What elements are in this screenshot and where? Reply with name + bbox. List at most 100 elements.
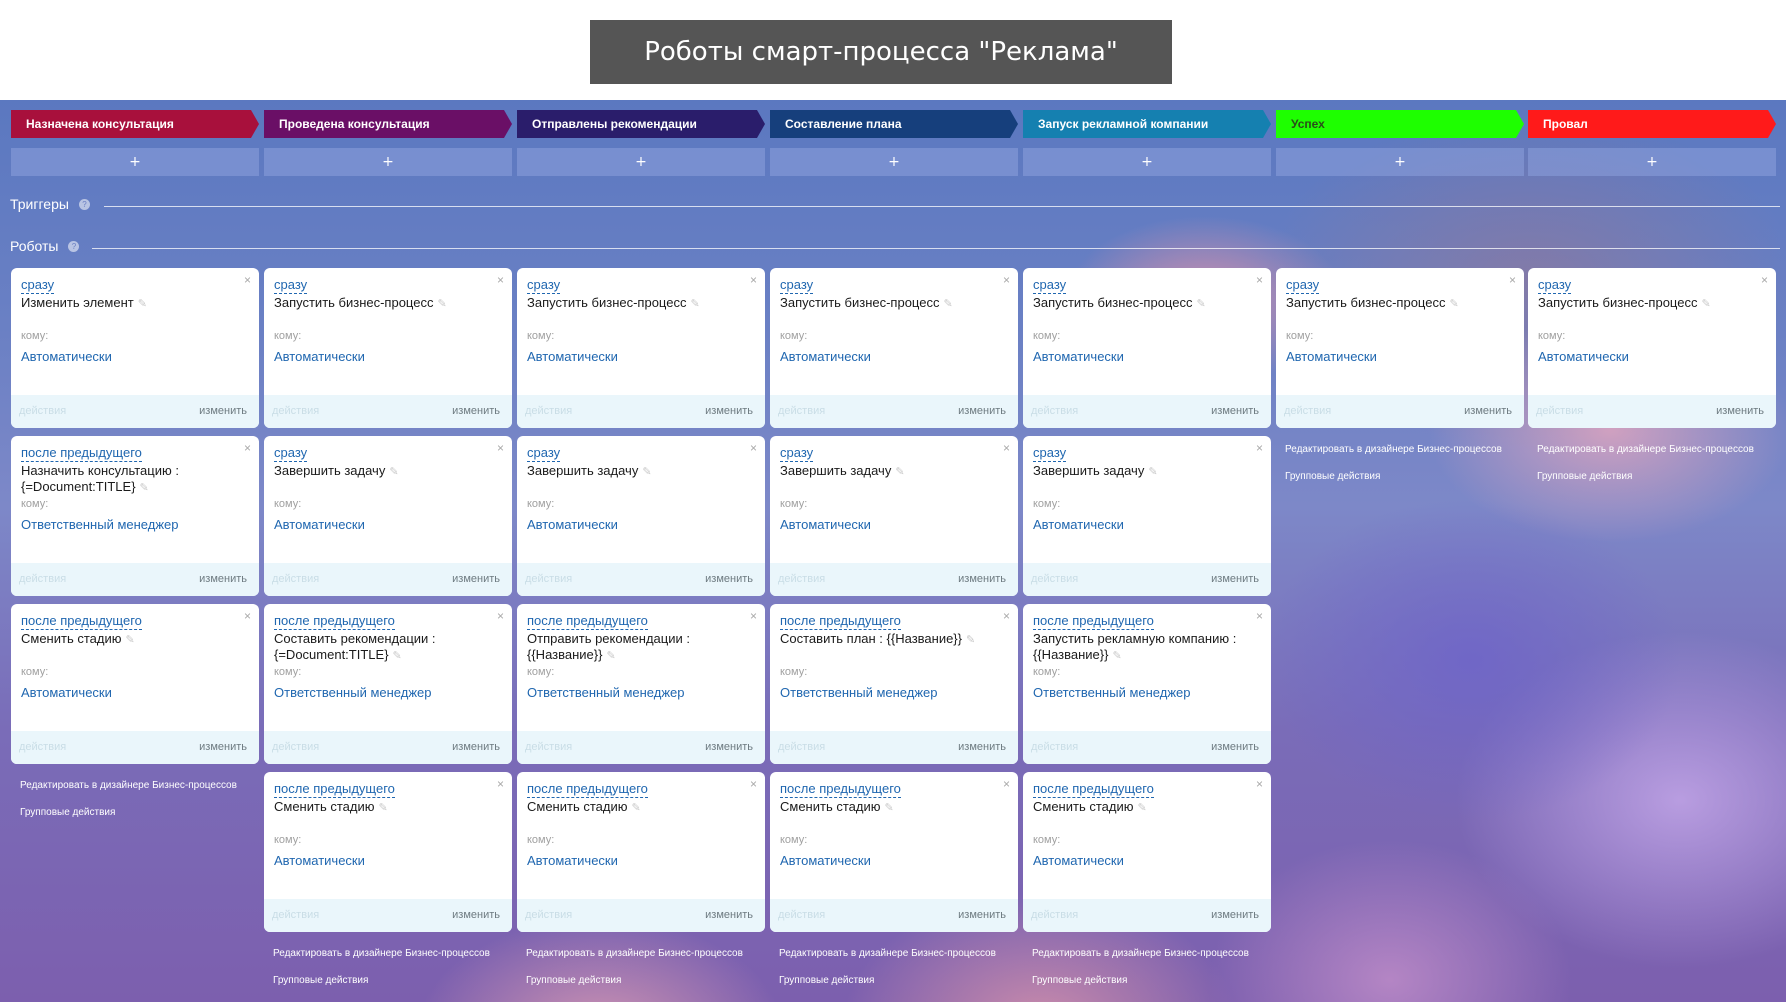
- pencil-icon[interactable]: ✎: [884, 802, 893, 814]
- pencil-icon[interactable]: ✎: [389, 466, 398, 478]
- robot-edit-link[interactable]: изменить: [199, 573, 247, 585]
- robot-card[interactable]: × сразу Запустить бизнес-процесс ✎ кому: Авто…: [770, 268, 1018, 428]
- edit-in-designer-link[interactable]: Редактировать в дизайнере Бизнес-процесс…: [779, 948, 996, 959]
- pencil-icon[interactable]: ✎: [1148, 466, 1157, 478]
- robot-card[interactable]: × сразу Изменить элемент ✎ кому: Автоматическ…: [11, 268, 259, 428]
- robot-edit-link[interactable]: изменить: [958, 741, 1006, 753]
- robot-edit-link[interactable]: изменить: [452, 909, 500, 921]
- stage-tab[interactable]: Отправлены рекомендации: [517, 110, 765, 138]
- robot-trigger-link[interactable]: после предыдущего: [527, 781, 648, 798]
- robot-actions-link[interactable]: действия: [778, 573, 825, 585]
- pencil-icon[interactable]: ✎: [140, 482, 149, 494]
- robot-actions-link[interactable]: действия: [525, 405, 572, 417]
- edit-in-designer-link[interactable]: Редактировать в дизайнере Бизнес-процесс…: [1285, 444, 1502, 455]
- close-icon[interactable]: ×: [1761, 274, 1768, 286]
- robot-card[interactable]: × сразу Запустить бизнес-процесс ✎ кому: Авто…: [264, 268, 512, 428]
- robot-trigger-link[interactable]: после предыдущего: [21, 613, 142, 630]
- robot-edit-link[interactable]: изменить: [452, 405, 500, 417]
- add-robot-button[interactable]: +: [264, 148, 512, 176]
- pencil-icon[interactable]: ✎: [393, 650, 402, 662]
- robot-trigger-link[interactable]: сразу: [780, 277, 814, 294]
- robot-card[interactable]: × после предыдущего Составить рекомендации…: [264, 604, 512, 764]
- group-actions-link[interactable]: Групповые действия: [1032, 975, 1127, 986]
- pencil-icon[interactable]: ✎: [690, 298, 699, 310]
- robot-actions-link[interactable]: действия: [19, 573, 66, 585]
- robot-trigger-link[interactable]: после предыдущего: [21, 445, 142, 462]
- robot-assignee-value[interactable]: Автоматически: [1286, 349, 1377, 364]
- edit-in-designer-link[interactable]: Редактировать в дизайнере Бизнес-процесс…: [20, 780, 237, 791]
- robot-trigger-link[interactable]: сразу: [780, 445, 814, 462]
- close-icon[interactable]: ×: [1003, 442, 1010, 454]
- robot-card[interactable]: × сразу Завершить задачу ✎ кому: Автоматическ…: [517, 436, 765, 596]
- robot-actions-link[interactable]: действия: [525, 909, 572, 921]
- robot-actions-link[interactable]: действия: [778, 909, 825, 921]
- group-actions-link[interactable]: Групповые действия: [1285, 471, 1380, 482]
- robot-actions-link[interactable]: действия: [1536, 405, 1583, 417]
- robot-edit-link[interactable]: изменить: [452, 741, 500, 753]
- robot-card[interactable]: × после предыдущего Сменить стадию ✎ кому: Ав…: [264, 772, 512, 932]
- add-robot-button[interactable]: +: [1023, 148, 1271, 176]
- robot-card[interactable]: × сразу Завершить задачу ✎ кому: Автоматическ…: [1023, 436, 1271, 596]
- close-icon[interactable]: ×: [497, 778, 504, 790]
- close-icon[interactable]: ×: [497, 274, 504, 286]
- robot-edit-link[interactable]: изменить: [705, 741, 753, 753]
- pencil-icon[interactable]: ✎: [378, 802, 387, 814]
- pencil-icon[interactable]: ✎: [943, 298, 952, 310]
- robot-assignee-value[interactable]: Автоматически: [780, 517, 871, 532]
- close-icon[interactable]: ×: [1256, 442, 1263, 454]
- robot-trigger-link[interactable]: сразу: [1286, 277, 1320, 294]
- close-icon[interactable]: ×: [497, 610, 504, 622]
- robot-card[interactable]: × после предыдущего Сменить стадию ✎ кому: Ав…: [1023, 772, 1271, 932]
- help-icon[interactable]: ?: [78, 198, 90, 210]
- robot-card[interactable]: × после предыдущего Сменить стадию ✎ кому: Ав…: [770, 772, 1018, 932]
- robot-actions-link[interactable]: действия: [272, 405, 319, 417]
- close-icon[interactable]: ×: [750, 274, 757, 286]
- robot-trigger-link[interactable]: после предыдущего: [1033, 781, 1154, 798]
- robot-trigger-link[interactable]: после предыдущего: [527, 613, 648, 630]
- robot-trigger-link[interactable]: после предыдущего: [780, 613, 901, 630]
- group-actions-link[interactable]: Групповые действия: [526, 975, 621, 986]
- robot-edit-link[interactable]: изменить: [1211, 405, 1259, 417]
- robot-assignee-value[interactable]: Автоматически: [1033, 853, 1124, 868]
- robot-actions-link[interactable]: действия: [778, 741, 825, 753]
- group-actions-link[interactable]: Групповые действия: [20, 807, 115, 818]
- add-robot-button[interactable]: +: [517, 148, 765, 176]
- robot-trigger-link[interactable]: сразу: [274, 277, 308, 294]
- robot-actions-link[interactable]: действия: [19, 405, 66, 417]
- robot-trigger-link[interactable]: сразу: [1033, 277, 1067, 294]
- robot-card[interactable]: × сразу Запустить бизнес-процесс ✎ кому: Авто…: [1276, 268, 1524, 428]
- robot-card[interactable]: × сразу Запустить бизнес-процесс ✎ кому: Авто…: [1023, 268, 1271, 428]
- robot-edit-link[interactable]: изменить: [958, 573, 1006, 585]
- pencil-icon[interactable]: ✎: [138, 298, 147, 310]
- robot-edit-link[interactable]: изменить: [199, 741, 247, 753]
- robot-actions-link[interactable]: действия: [778, 405, 825, 417]
- stage-tab[interactable]: Успех: [1276, 110, 1524, 138]
- close-icon[interactable]: ×: [750, 610, 757, 622]
- pencil-icon[interactable]: ✎: [631, 802, 640, 814]
- robot-card[interactable]: × после предыдущего Сменить стадию ✎ кому: Ав…: [11, 604, 259, 764]
- robot-actions-link[interactable]: действия: [525, 573, 572, 585]
- robot-edit-link[interactable]: изменить: [705, 405, 753, 417]
- group-actions-link[interactable]: Групповые действия: [1537, 471, 1632, 482]
- robot-trigger-link[interactable]: после предыдущего: [780, 781, 901, 798]
- robot-actions-link[interactable]: действия: [525, 741, 572, 753]
- robot-assignee-value[interactable]: Ответственный менеджер: [527, 685, 685, 700]
- robot-actions-link[interactable]: действия: [1031, 909, 1078, 921]
- stage-tab[interactable]: Составление плана: [770, 110, 1018, 138]
- robot-trigger-link[interactable]: сразу: [21, 277, 55, 294]
- robot-edit-link[interactable]: изменить: [958, 909, 1006, 921]
- robot-assignee-value[interactable]: Автоматически: [274, 349, 365, 364]
- robot-assignee-value[interactable]: Автоматически: [274, 853, 365, 868]
- edit-in-designer-link[interactable]: Редактировать в дизайнере Бизнес-процесс…: [1032, 948, 1249, 959]
- robot-assignee-value[interactable]: Автоматически: [274, 517, 365, 532]
- robot-trigger-link[interactable]: после предыдущего: [1033, 613, 1154, 630]
- robot-actions-link[interactable]: действия: [1284, 405, 1331, 417]
- robot-assignee-value[interactable]: Автоматически: [1033, 517, 1124, 532]
- pencil-icon[interactable]: ✎: [437, 298, 446, 310]
- edit-in-designer-link[interactable]: Редактировать в дизайнере Бизнес-процесс…: [526, 948, 743, 959]
- robot-card[interactable]: × после предыдущего Составить план : {{Наз…: [770, 604, 1018, 764]
- pencil-icon[interactable]: ✎: [1701, 298, 1710, 310]
- add-robot-button[interactable]: +: [1276, 148, 1524, 176]
- stage-tab[interactable]: Проведена консультация: [264, 110, 512, 138]
- robot-actions-link[interactable]: действия: [1031, 573, 1078, 585]
